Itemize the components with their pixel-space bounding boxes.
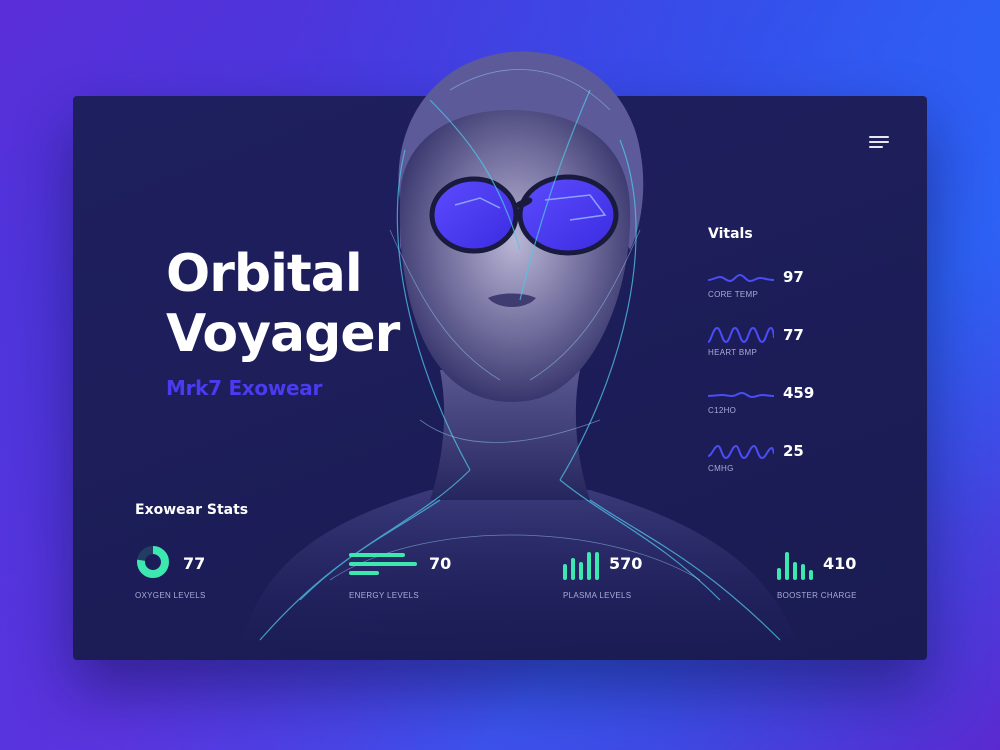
vertical-bars-icon (563, 552, 599, 580)
title-line-2: Voyager (166, 304, 400, 364)
vital-value: 25 (783, 442, 804, 460)
horizontal-bars-icon (349, 553, 417, 575)
waveform-icon (708, 273, 774, 283)
stat-energy: 70 ENERGY LEVELS (349, 544, 489, 604)
vital-label: CORE TEMP (708, 290, 759, 299)
stat-booster: 410 BOOSTER CHARGE (777, 544, 917, 604)
menu-button[interactable] (869, 136, 891, 152)
stat-plasma: 570 PLASMA LEVELS (563, 544, 703, 604)
stats-heading: Exowear Stats (135, 502, 249, 518)
stat-label: PLASMA LEVELS (563, 591, 632, 600)
hamburger-line (869, 141, 889, 143)
stat-value: 77 (183, 554, 206, 573)
stat-oxygen: 77 OXYGEN LEVELS (135, 544, 255, 604)
stat-label: BOOSTER CHARGE (777, 591, 857, 600)
vital-cmhg: 25 CMHG (708, 442, 828, 482)
vital-value: 77 (783, 326, 804, 344)
vertical-bars-icon (777, 552, 813, 580)
page-title: Orbital Voyager (166, 244, 400, 364)
waveform-icon (708, 444, 774, 460)
vital-value: 459 (783, 384, 815, 402)
waveform-icon (708, 326, 774, 344)
hamburger-menu-icon (869, 136, 889, 138)
stat-value: 410 (823, 554, 857, 573)
vital-value: 97 (783, 268, 804, 286)
vital-c12ho: 459 C12HO (708, 384, 828, 424)
vital-label: CMHG (708, 464, 734, 473)
hamburger-line (869, 146, 883, 148)
stat-label: ENERGY LEVELS (349, 591, 420, 600)
stat-value: 70 (429, 554, 452, 573)
donut-gauge-icon (137, 546, 169, 578)
vitals-heading: Vitals (708, 226, 753, 242)
vital-core-temp: 97 CORE TEMP (708, 268, 828, 308)
product-subtitle: Mrk7 Exowear (166, 376, 323, 400)
vital-label: HEART BMP (708, 348, 758, 357)
stat-label: OXYGEN LEVELS (135, 591, 206, 600)
stat-value: 570 (609, 554, 643, 573)
title-line-1: Orbital (166, 244, 363, 304)
vital-label: C12HO (708, 406, 737, 415)
waveform-icon (708, 391, 774, 399)
vital-heart-bmp: 77 HEART BMP (708, 326, 828, 366)
